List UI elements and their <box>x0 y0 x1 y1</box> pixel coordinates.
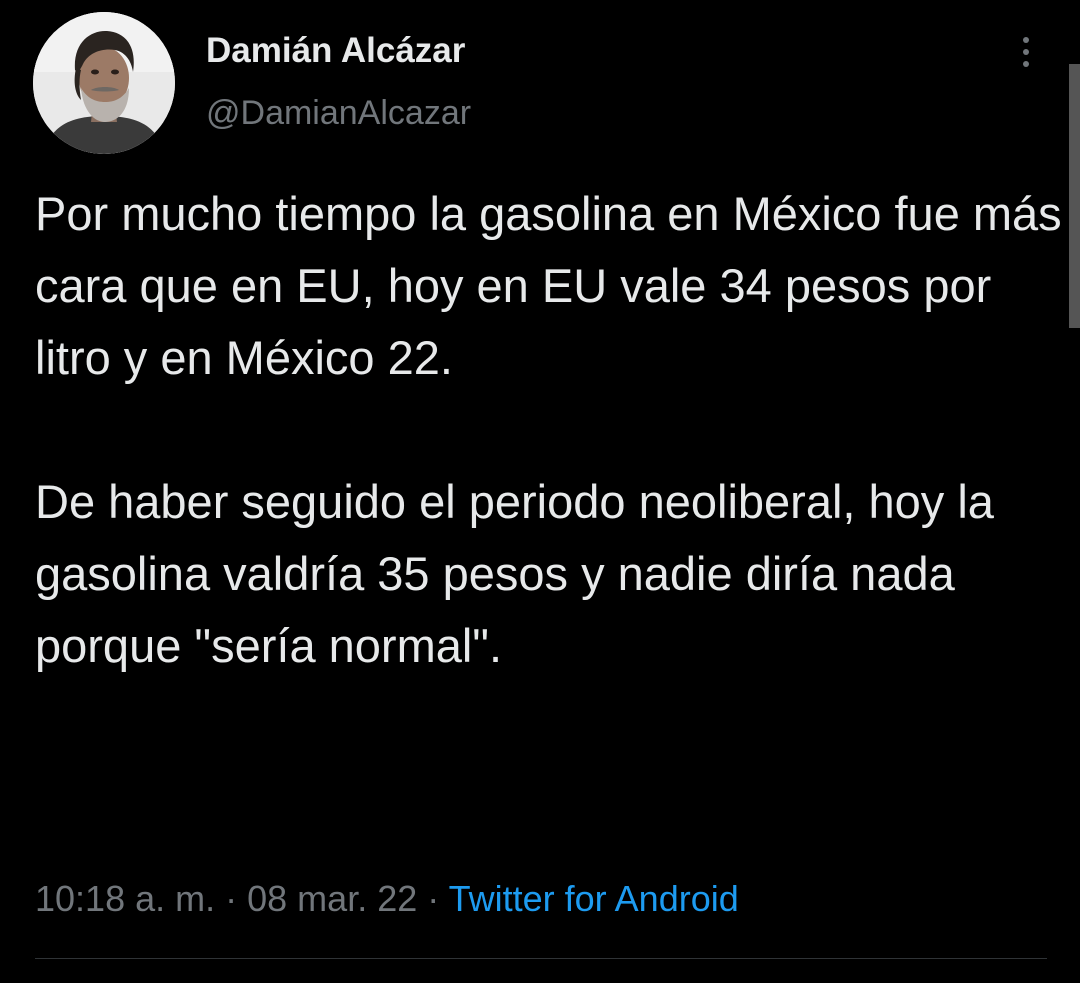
tweet-source-link[interactable]: Twitter for Android <box>449 878 739 919</box>
meta-separator: · <box>225 878 238 919</box>
author-display-name[interactable]: Damián Alcázar <box>206 31 465 71</box>
scrollbar-thumb[interactable] <box>1069 64 1080 328</box>
more-vertical-icon-dot-2 <box>1023 49 1029 55</box>
meta-separator-2: · <box>427 878 440 919</box>
tweet-date[interactable]: 08 mar. 22 <box>247 878 417 919</box>
author-handle[interactable]: @DamianAlcazar <box>206 94 471 133</box>
avatar[interactable] <box>33 12 175 154</box>
profile-photo-icon <box>33 12 175 154</box>
more-options-button[interactable] <box>1006 30 1046 74</box>
tweet-meta: 10:18 a. m. · 08 mar. 22 · Twitter for A… <box>35 878 739 920</box>
tweet-time[interactable]: 10:18 a. m. <box>35 878 215 919</box>
more-vertical-icon-dot-3 <box>1023 61 1029 67</box>
tweet-text: Por mucho tiempo la gasolina en México f… <box>35 187 1062 672</box>
tweet-detail: Damián Alcázar @DamianAlcazar Por mucho … <box>0 0 1080 983</box>
more-vertical-icon <box>1023 37 1029 43</box>
divider <box>35 958 1047 959</box>
